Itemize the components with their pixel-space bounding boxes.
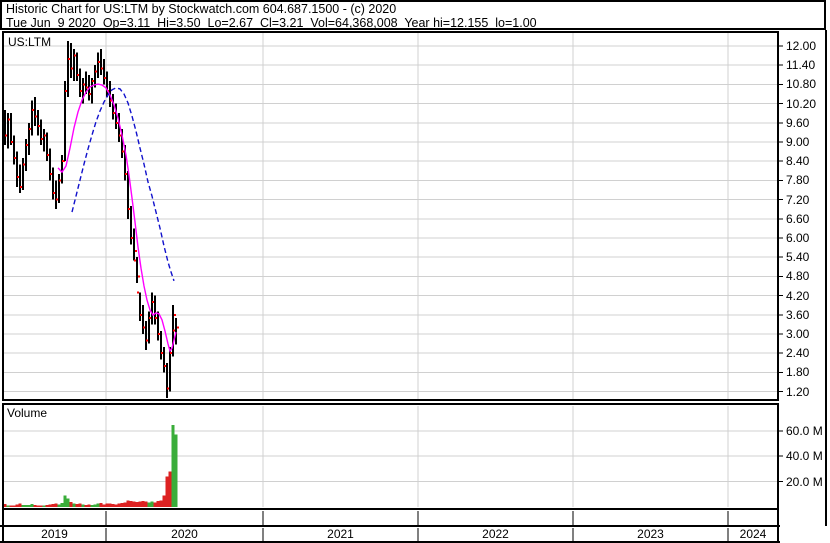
year-axis-label: 2022: [482, 527, 509, 541]
price-axis-label: 10.80: [786, 77, 817, 92]
price-axis-label: 9.60: [786, 115, 810, 130]
price-axis-label: 7.20: [786, 192, 810, 207]
price-axis-label: 12.00: [786, 39, 817, 53]
chart-title: Historic Chart for US:LTM by Stockwatch.…: [6, 2, 397, 16]
price-axis-label: 4.80: [786, 269, 810, 284]
symbol-label: US:LTM: [8, 35, 52, 49]
year-axis-label: 2021: [327, 527, 354, 541]
price-axis-label: 6.00: [786, 231, 810, 245]
price-axis-label: 6.60: [786, 211, 810, 226]
stock-chart-window: Historic Chart for US:LTM by Stockwatch.…: [0, 0, 830, 543]
price-axis-label: 5.40: [786, 250, 810, 265]
price-axis-label: 11.40: [786, 58, 816, 73]
volume-axis-label: 40.0 M: [786, 449, 823, 464]
price-axis-label: 4.20: [786, 288, 810, 303]
price-axis-label: 2.40: [786, 346, 810, 361]
volume-pane-label: Volume: [7, 406, 48, 420]
year-axis-label: 2019: [41, 527, 68, 541]
price-axis-label: 3.00: [786, 327, 810, 341]
price-axis-label: 9.00: [786, 135, 810, 149]
price-axis-label: 1.80: [786, 365, 810, 380]
volume-axis-label: 20.0 M: [786, 474, 823, 489]
price-axis-label: 10.20: [786, 96, 817, 111]
chart-header: Historic Chart for US:LTM by Stockwatch.…: [0, 0, 826, 30]
year-axis-label: 2023: [637, 527, 664, 541]
price-axis-label: 7.80: [786, 173, 810, 188]
volume-axis-label: 60.0 M: [786, 423, 823, 438]
price-axis-label: 1.20: [786, 384, 810, 399]
quote-summary: Tue Jun 9 2020 Op=3.11 Hi=3.50 Lo=2.67 C…: [6, 16, 537, 30]
chart-canvas: [0, 30, 827, 543]
year-axis-label: 2024: [739, 527, 767, 541]
year-axis-label: 2020: [171, 527, 198, 541]
price-axis-label: 8.40: [786, 154, 810, 169]
price-axis-label: 3.60: [786, 307, 810, 322]
